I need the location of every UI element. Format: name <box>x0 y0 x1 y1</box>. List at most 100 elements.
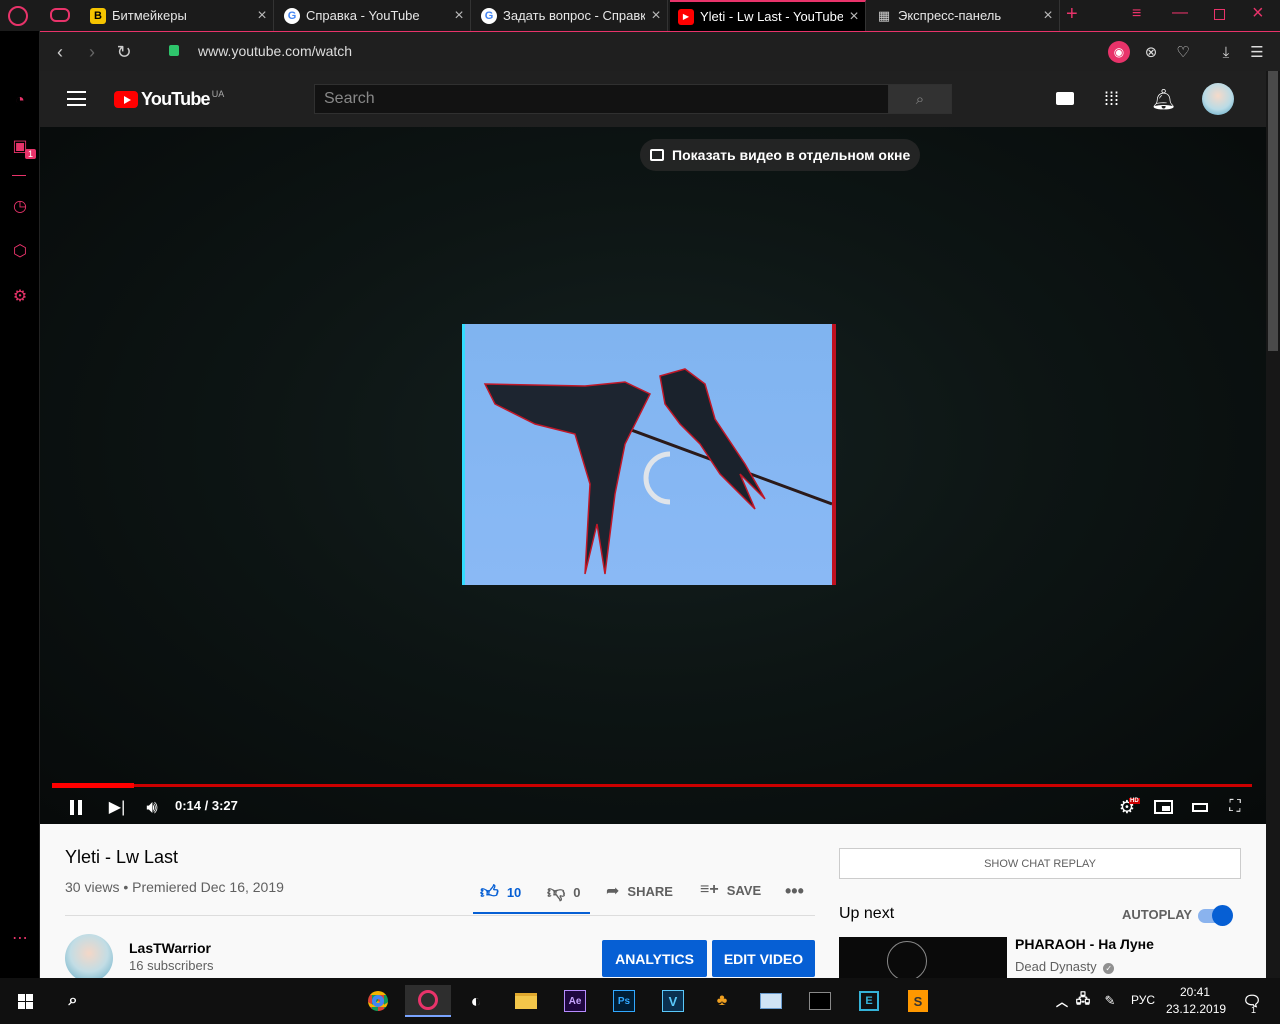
editor-e-icon[interactable]: E <box>853 985 885 1017</box>
share-label: SHARE <box>627 883 673 899</box>
steam-icon[interactable]: ◐ <box>460 985 492 1017</box>
fruity-loops-icon[interactable]: ♣ <box>706 985 738 1017</box>
extensions-cube-icon[interactable]: ⬡ <box>10 241 30 261</box>
tab-menu-icon[interactable]: ≡ <box>1132 5 1141 23</box>
youtube-logo[interactable]: YouTube UA <box>114 89 224 110</box>
fullscreen-icon[interactable]: ⛶ <box>1224 795 1246 819</box>
youtube-wordmark: YouTube <box>141 89 211 109</box>
clock-date[interactable]: 23.12.2019 <box>1166 1002 1226 1016</box>
forward-icon[interactable]: › <box>80 40 104 64</box>
minimize-icon[interactable]: — <box>1172 4 1188 22</box>
opera-menu-icon[interactable] <box>8 6 28 26</box>
settings-gear-icon[interactable]: ⚙ <box>10 286 30 306</box>
search-input[interactable]: Search <box>314 84 889 114</box>
show-chat-replay-button[interactable]: SHOW CHAT REPLAY <box>839 848 1241 879</box>
next-video-title[interactable]: PHARAOH - На Луне <box>1015 936 1154 952</box>
hd-badge: HD <box>1129 798 1140 804</box>
theater-mode-icon[interactable] <box>1189 795 1211 819</box>
clock-time[interactable]: 20:41 <box>1180 985 1210 999</box>
close-icon[interactable]: × <box>251 7 273 25</box>
save-button[interactable]: ≡+ SAVE <box>700 881 761 899</box>
like-count: 10 <box>506 884 522 900</box>
opera-icon[interactable] <box>405 985 451 1017</box>
easy-setup-icon[interactable]: ☰ <box>1246 41 1268 63</box>
close-icon[interactable]: × <box>843 8 865 26</box>
like-ratio-bar <box>473 912 590 914</box>
progress-bar[interactable] <box>52 783 1252 788</box>
search-icon[interactable]: ⌕ <box>57 985 89 1017</box>
search-icon: ⌕ <box>915 90 925 108</box>
snapshot-camera-icon[interactable]: ◉ <box>1108 41 1130 63</box>
adblock-icon[interactable]: ⊗ <box>1140 41 1162 63</box>
pip-popup-button[interactable]: Показать видео в отдельном окне <box>640 139 921 171</box>
restore-icon[interactable] <box>1214 9 1225 20</box>
gamepad-icon[interactable] <box>50 8 70 22</box>
heart-icon[interactable]: ♡ <box>1172 41 1194 63</box>
google-favicon-icon: G <box>284 7 300 24</box>
new-tab-button[interactable]: + <box>1066 3 1078 26</box>
input-language[interactable]: РУС <box>1131 993 1155 1007</box>
more-actions-icon[interactable]: ••• <box>785 881 804 902</box>
close-window-icon[interactable]: × <box>1252 2 1264 25</box>
tab-speed-dial[interactable]: ▦ Экспресс-панель × <box>868 0 1060 31</box>
lock-icon <box>169 45 179 56</box>
download-icon[interactable]: ⤓ <box>1215 41 1237 63</box>
video-player[interactable]: Показать видео в отдельном окне ▶︎| 🔊︎ 0… <box>40 127 1266 824</box>
close-icon[interactable]: × <box>645 7 667 25</box>
account-avatar[interactable] <box>1202 83 1234 115</box>
vegas-icon[interactable]: V <box>657 985 689 1017</box>
page-scrollbar[interactable] <box>1266 71 1280 978</box>
chrome-icon[interactable] <box>362 985 394 1017</box>
next-video-icon[interactable]: ▶︎| <box>107 795 127 819</box>
tab-bitmakers[interactable]: B Битмейкеры × <box>82 0 274 31</box>
terminal-icon[interactable] <box>804 985 836 1017</box>
mail-app-icon[interactable] <box>755 985 787 1017</box>
back-icon[interactable]: ‹ <box>48 40 72 64</box>
share-button[interactable]: ➦ SHARE <box>606 881 673 901</box>
youtube-favicon-icon: ▶ <box>678 8 694 25</box>
tab-help-youtube[interactable]: G Справка - YouTube × <box>276 0 471 31</box>
scrollbar-thumb[interactable] <box>1268 71 1278 351</box>
youtube-header: YouTube UA Search ⌕ ⁞⁞⁞ 🔔︎ <box>40 71 1266 127</box>
autoplay-toggle-knob[interactable] <box>1212 905 1233 926</box>
close-icon[interactable]: × <box>1037 7 1059 25</box>
next-video-thumbnail[interactable] <box>839 937 1007 978</box>
notifications-bell-icon[interactable]: 🔔︎ <box>1151 87 1176 112</box>
next-video-channel[interactable]: Dead Dynasty ✓ <box>1015 959 1115 974</box>
autoplay-label: AUTOPLAY <box>1122 907 1193 922</box>
pip-icon <box>650 149 664 161</box>
apps-grid-icon[interactable]: ⁞⁞⁞ <box>1104 90 1119 108</box>
bitmakers-favicon-icon: B <box>90 7 106 24</box>
twitch-badge: 1 <box>25 149 37 159</box>
tab-yleti-youtube[interactable]: ▶ Yleti - Lw Last - YouTube × <box>670 0 866 31</box>
dislike-button[interactable]: 👎︎ 0 <box>547 881 581 903</box>
url-field[interactable]: www.youtube.com/watch <box>198 43 352 59</box>
create-video-icon[interactable] <box>1056 92 1074 105</box>
sublime-text-icon[interactable]: S <box>902 985 934 1017</box>
pen-workspace-icon[interactable]: ✎ <box>1094 985 1126 1017</box>
history-icon[interactable]: ◷ <box>10 196 30 216</box>
more-dots-icon[interactable]: ⋯ <box>10 928 30 948</box>
analytics-button[interactable]: ANALYTICS <box>602 940 707 977</box>
speedometer-icon[interactable]: ◔ <box>10 91 30 111</box>
miniplayer-icon[interactable] <box>1152 795 1174 819</box>
channel-avatar[interactable] <box>65 934 113 978</box>
verified-check-icon: ✓ <box>1103 963 1115 974</box>
search-button[interactable]: ⌕ <box>888 84 952 114</box>
after-effects-icon[interactable]: Ae <box>559 985 591 1017</box>
close-icon[interactable]: × <box>448 7 470 25</box>
subscriber-count: 16 subscribers <box>129 958 214 973</box>
file-explorer-icon[interactable] <box>510 985 542 1017</box>
photoshop-icon[interactable]: Ps <box>608 985 640 1017</box>
windows-start-icon[interactable] <box>9 985 41 1017</box>
volume-icon[interactable]: 🔊︎ <box>141 795 163 819</box>
video-frame <box>462 324 836 585</box>
like-button[interactable]: 👍︎ 10 <box>480 881 521 903</box>
pause-icon[interactable] <box>66 795 86 819</box>
channel-name[interactable]: LasTWarrior <box>129 940 211 956</box>
menu-hamburger-icon[interactable] <box>67 91 86 106</box>
edit-video-button[interactable]: EDIT VIDEO <box>712 940 815 977</box>
reload-icon[interactable]: ↻ <box>112 40 136 64</box>
next-channel-name: Dead Dynasty <box>1015 959 1097 974</box>
tab-ask-question[interactable]: G Задать вопрос - Справка × <box>473 0 668 31</box>
